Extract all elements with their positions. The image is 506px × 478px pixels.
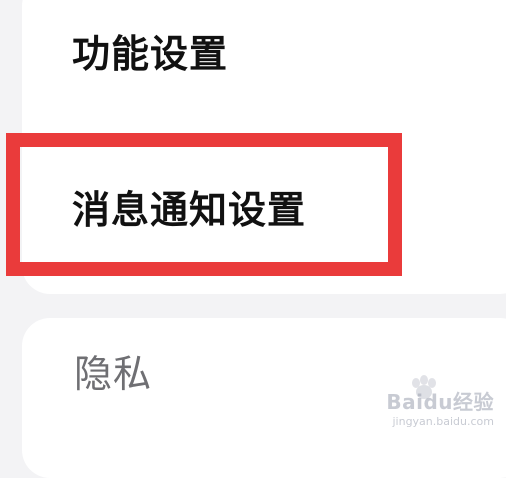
watermark-subtext: jingyan.baidu.com — [392, 415, 494, 428]
settings-card-top: 功能设置 消息通知设置 — [22, 0, 506, 294]
settings-item-function[interactable]: 功能设置 — [22, 12, 506, 96]
paw-icon — [412, 375, 436, 399]
settings-item-privacy-label: 隐私 — [74, 352, 153, 396]
settings-item-notifications[interactable]: 消息通知设置 — [22, 168, 506, 252]
settings-item-notifications-label: 消息通知设置 — [72, 188, 307, 232]
settings-item-function-label: 功能设置 — [72, 32, 229, 76]
watermark: Baidu经验 jingyan.baidu.com — [384, 375, 494, 446]
